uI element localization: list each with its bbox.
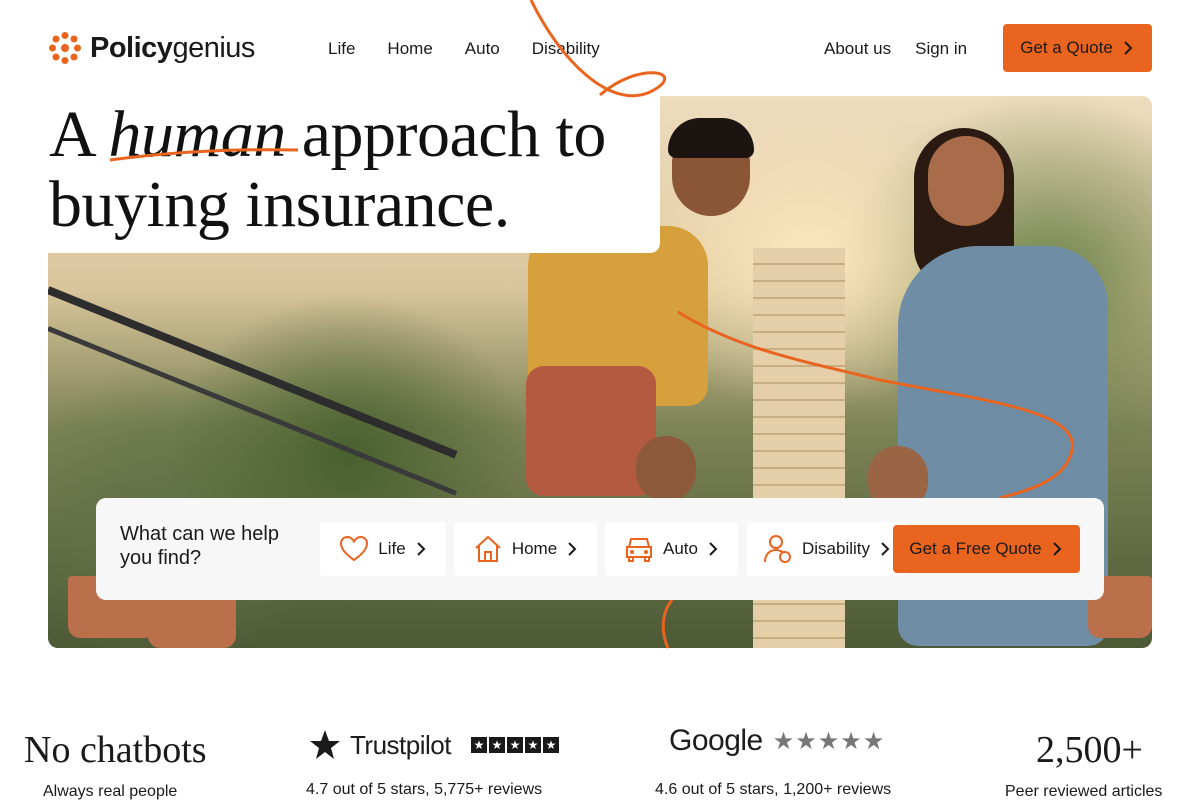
nav-auto[interactable]: Auto: [449, 36, 516, 62]
trustpilot-stars-icon: ★ ★ ★ ★ ★: [470, 737, 559, 753]
finder-auto-button[interactable]: Auto: [605, 522, 738, 576]
chevron-right-icon: [416, 542, 426, 556]
chevron-right-icon: [881, 542, 890, 556]
chevron-right-icon: [1124, 41, 1133, 55]
stat-articles-sub: Peer reviewed articles: [1005, 783, 1163, 800]
trustpilot-star-icon: [310, 730, 340, 759]
finder-life-button[interactable]: Life: [320, 522, 446, 576]
google-stars-icon: ★★★★★: [772, 727, 886, 755]
google-rating: Google ★★★★★: [669, 724, 885, 758]
stat-no-chatbots-sub: Always real people: [43, 783, 178, 800]
finder-question: What can we help you find?: [120, 523, 279, 569]
finder-life-label: Life: [378, 539, 406, 558]
finder-auto-label: Auto: [663, 539, 698, 558]
nav-home[interactable]: Home: [371, 36, 448, 62]
trustpilot-sub: 4.7 out of 5 stars, 5,775+ reviews: [306, 781, 543, 798]
account-nav: About us Sign in: [812, 36, 979, 62]
chevron-right-icon: [568, 542, 577, 556]
finder-home-button[interactable]: Home: [454, 522, 597, 576]
google-sub: 4.6 out of 5 stars, 1,200+ reviews: [655, 781, 892, 798]
nav-life[interactable]: Life: [312, 36, 371, 62]
logo-wordmark: Policygenius: [90, 31, 255, 64]
get-a-quote-label: Get a Quote: [1020, 38, 1113, 57]
finder-home-label: Home: [511, 539, 558, 558]
policygenius-logo[interactable]: Policygenius: [48, 28, 255, 68]
finder-disability-button[interactable]: Disability: [747, 522, 907, 576]
man-hair: [668, 118, 754, 158]
chevron-right-icon: [1052, 542, 1062, 556]
finder-disability-label: Disability: [801, 539, 871, 558]
stat-no-chatbots: No chatbots: [24, 729, 207, 771]
trustpilot-rating: Trustpilot ★ ★ ★ ★ ★: [308, 728, 559, 762]
railing-lower: [48, 326, 457, 496]
get-free-quote-button[interactable]: Get a Free Quote: [893, 525, 1080, 573]
sign-in-link[interactable]: Sign in: [903, 36, 979, 62]
google-wordmark: Google: [669, 724, 763, 757]
house-icon: [475, 535, 501, 562]
hero-headline: A human approach to buying insurance.: [49, 98, 606, 241]
get-a-quote-button[interactable]: Get a Quote: [1003, 24, 1152, 72]
person-icon: [763, 535, 791, 563]
heart-icon: [340, 535, 369, 562]
woman-head: [928, 136, 1004, 226]
headline-emphasis: human: [108, 98, 287, 171]
main-nav: Life Home Auto Disability: [312, 36, 616, 62]
boy-figure: [636, 436, 696, 502]
trustpilot-wordmark: Trustpilot: [350, 729, 451, 760]
stat-articles: 2,500+: [1036, 729, 1143, 771]
car-icon: [626, 538, 652, 562]
about-us-link[interactable]: About us: [812, 36, 903, 62]
chevron-right-icon: [709, 542, 718, 556]
logo-mark-icon: [49, 32, 81, 64]
nav-disability[interactable]: Disability: [516, 36, 616, 62]
railing: [48, 286, 458, 459]
get-free-quote-label: Get a Free Quote: [909, 539, 1042, 558]
